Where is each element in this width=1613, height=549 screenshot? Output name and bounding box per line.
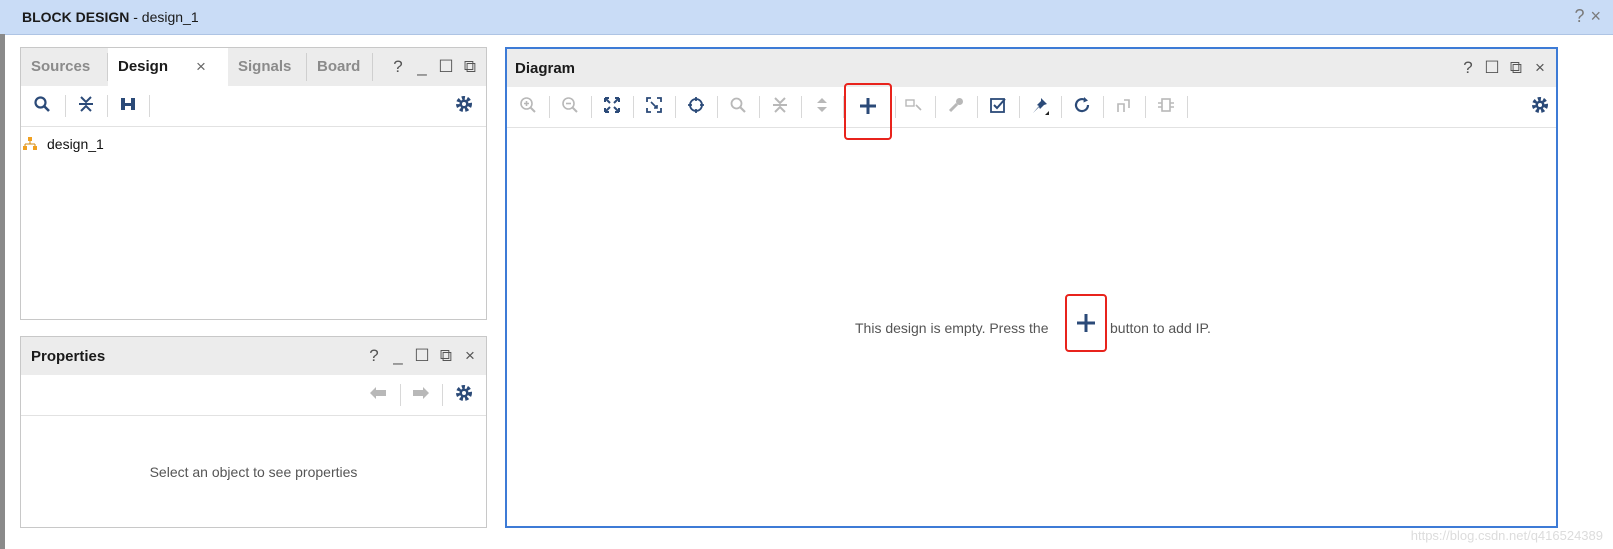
close-button[interactable]: × [1532, 58, 1548, 78]
titlebar-controls: ?× [1574, 6, 1607, 27]
diagram-toolbar [507, 87, 1556, 128]
collapse-all-icon[interactable] [75, 95, 97, 117]
tab-design-close-icon[interactable]: × [196, 48, 206, 86]
float-button[interactable]: ⧉ [1508, 58, 1524, 78]
gear-icon[interactable] [1529, 96, 1551, 118]
help-button[interactable]: ? [366, 346, 382, 366]
toolbar-separator [895, 96, 896, 118]
tab-design-label: Design [118, 58, 169, 75]
expand-icon[interactable] [811, 96, 833, 118]
panel-title: Diagram [515, 60, 576, 77]
add-port-icon[interactable] [903, 96, 925, 118]
properties-header: Properties ? _ ☐ ⧉ × [21, 337, 486, 376]
refresh-icon[interactable] [1071, 96, 1093, 118]
highlight-box-toolbar [844, 83, 892, 140]
back-arrow-icon[interactable] [367, 384, 389, 406]
sources-tabbar: Sources Design × Signals Board ? _ ☐ ⧉ [21, 48, 486, 87]
toolbar-separator [801, 96, 802, 118]
toolbar-separator [1187, 96, 1188, 118]
toolbar-separator [400, 384, 401, 406]
tab-separator [372, 53, 373, 81]
inline-add-ip-button[interactable] [1065, 294, 1107, 352]
zoom-in-icon[interactable] [517, 96, 539, 118]
help-button[interactable]: ? [390, 57, 406, 77]
left-edge-strip [0, 34, 5, 549]
diagram-window-controls: ? ☐ ⧉ × [1460, 58, 1548, 78]
minimize-button[interactable]: _ [390, 346, 406, 366]
wrench-icon[interactable] [945, 96, 967, 118]
close-button[interactable]: × [1590, 6, 1607, 26]
properties-toolbar [21, 375, 486, 416]
gear-icon[interactable] [453, 95, 475, 117]
toolbar-separator [107, 95, 108, 117]
gear-icon[interactable] [453, 384, 475, 406]
toolbar-separator [759, 96, 760, 118]
tab-sources[interactable]: Sources [21, 48, 107, 86]
diagram-empty-message: This design is empty. Press the [855, 320, 1048, 336]
tab-design[interactable]: Design × [108, 48, 228, 86]
title-bold: BLOCK DESIGN [22, 9, 130, 25]
float-button[interactable]: ⧉ [462, 57, 478, 77]
expand-all-icon[interactable] [117, 95, 139, 117]
toolbar-separator [549, 96, 550, 118]
properties-window-controls: ? _ ☐ ⧉ × [366, 346, 478, 366]
toolbar-separator [633, 96, 634, 118]
minimize-button[interactable]: _ [414, 57, 430, 77]
collapse-icon[interactable] [769, 96, 791, 118]
toolbar-separator [1145, 96, 1146, 118]
zoom-out-icon[interactable] [559, 96, 581, 118]
center-icon[interactable] [685, 96, 707, 118]
tab-board[interactable]: Board [307, 48, 373, 86]
diagram-empty-message-tail: button to add IP. [1110, 320, 1211, 336]
message-before: This design is empty. Press the [855, 320, 1049, 336]
pin-icon[interactable] [1029, 96, 1051, 118]
window-title: BLOCK DESIGN - design_1 [22, 9, 199, 25]
forward-arrow-icon[interactable] [410, 384, 432, 406]
toolbar-separator [717, 96, 718, 118]
add-ip-icon [1077, 314, 1095, 332]
properties-panel: Properties ? _ ☐ ⧉ × Select an object to… [20, 336, 487, 528]
tree-item-design[interactable]: design_1 [21, 134, 104, 154]
zoom-area-icon[interactable] [643, 96, 665, 118]
diagram-panel: Diagram ? ☐ ⧉ × [505, 47, 1558, 528]
toolbar-separator [977, 96, 978, 118]
maximize-button[interactable]: ☐ [438, 57, 454, 77]
toolbar-separator [1019, 96, 1020, 118]
tree-item-label: design_1 [47, 136, 104, 152]
toolbar-separator [442, 384, 443, 406]
float-button[interactable]: ⧉ [438, 346, 454, 366]
diagram-header: Diagram ? ☐ ⧉ × [507, 49, 1556, 88]
maximize-button[interactable]: ☐ [414, 346, 430, 366]
tab-signals[interactable]: Signals [228, 48, 306, 86]
title-rest: - design_1 [129, 9, 199, 25]
toolbar-separator [149, 95, 150, 117]
toolbar-separator [675, 96, 676, 118]
search-icon[interactable] [31, 95, 53, 117]
panel-title: Properties [31, 348, 106, 365]
toolbar-separator [935, 96, 936, 118]
regenerate-icon[interactable] [1113, 96, 1135, 118]
toolbar-separator [65, 95, 66, 117]
module-icon[interactable] [1155, 96, 1177, 118]
properties-empty-message: Select an object to see properties [149, 464, 358, 480]
block-design-titlebar: BLOCK DESIGN - design_1 ?× [0, 0, 1613, 35]
help-button[interactable]: ? [1574, 6, 1590, 26]
sources-toolbar [21, 86, 486, 127]
hierarchy-icon [23, 137, 37, 150]
toolbar-separator [591, 96, 592, 118]
close-button[interactable]: × [462, 346, 478, 366]
help-button[interactable]: ? [1460, 58, 1476, 78]
zoom-fit-icon[interactable] [601, 96, 623, 118]
maximize-button[interactable]: ☐ [1484, 58, 1500, 78]
sources-panel: Sources Design × Signals Board ? _ ☐ ⧉ d… [20, 47, 487, 320]
toolbar-separator [1061, 96, 1062, 118]
sources-window-controls: ? _ ☐ ⧉ [390, 57, 478, 77]
watermark: https://blog.csdn.net/q416524389 [1410, 528, 1603, 543]
search-icon[interactable] [727, 96, 749, 118]
message-after: button to add IP. [1110, 320, 1211, 336]
validate-icon[interactable] [987, 96, 1009, 118]
toolbar-separator [1103, 96, 1104, 118]
